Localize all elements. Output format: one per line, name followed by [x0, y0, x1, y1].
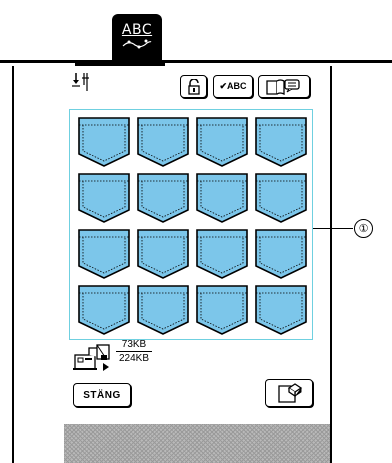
left-frame [12, 66, 14, 463]
pattern-cell[interactable] [254, 172, 310, 226]
pocket-icon [196, 173, 248, 223]
embroidery-tab[interactable]: ABC [112, 14, 162, 60]
top-divider-accent [75, 63, 165, 66]
pattern-cell[interactable] [195, 228, 251, 282]
top-divider [0, 60, 392, 63]
callout-marker: ① [354, 219, 373, 238]
pocket-icon [137, 173, 189, 223]
pattern-cell[interactable] [136, 284, 192, 338]
pocket-icon [78, 285, 130, 335]
pocket-icon [196, 117, 248, 167]
check-abc-button[interactable]: ✔ABC [213, 75, 253, 98]
memory-used: 73KB [116, 339, 152, 352]
pocket-icon [255, 173, 307, 223]
pattern-cell[interactable] [195, 116, 251, 170]
needle-position-icon [72, 73, 89, 91]
pocket-icon [196, 229, 248, 279]
save-to-machine-button[interactable] [265, 379, 313, 407]
inactive-area [64, 424, 330, 463]
pattern-cell[interactable] [254, 284, 310, 338]
pattern-cell[interactable] [77, 172, 133, 226]
pocket-icon [137, 285, 189, 335]
pattern-cell[interactable] [136, 116, 192, 170]
pocket-icon [255, 229, 307, 279]
pattern-cell[interactable] [77, 284, 133, 338]
check-abc-label: ✔ABC [219, 81, 247, 91]
right-frame [330, 66, 332, 463]
close-button[interactable]: STÄNG [73, 383, 131, 407]
pattern-cell[interactable] [254, 228, 310, 282]
pocket-icon [78, 173, 130, 223]
pattern-cell[interactable] [136, 172, 192, 226]
close-button-label: STÄNG [83, 389, 121, 401]
open-book-icon [266, 78, 300, 95]
tab-label: ABC [121, 22, 153, 38]
pattern-grid [69, 109, 313, 340]
pocket-icon [78, 229, 130, 279]
pocket-icon [255, 117, 307, 167]
unlock-icon [187, 78, 200, 95]
pocket-icon [137, 229, 189, 279]
ornament-icon [122, 39, 152, 49]
pocket-icon [196, 285, 248, 335]
callout-line [313, 228, 353, 229]
pocket-icon [137, 117, 189, 167]
open-book-button[interactable] [258, 75, 310, 98]
pocket-icon [255, 285, 307, 335]
pattern-cell[interactable] [195, 172, 251, 226]
machine-memory-icon [73, 344, 110, 371]
pattern-cell[interactable] [77, 228, 133, 282]
pattern-cell[interactable] [136, 228, 192, 282]
unlock-button[interactable] [180, 75, 207, 98]
pattern-cell[interactable] [195, 284, 251, 338]
pattern-cell[interactable] [254, 116, 310, 170]
save-to-machine-icon [278, 383, 303, 403]
pattern-cell[interactable] [77, 116, 133, 170]
memory-total: 224KB [118, 353, 150, 364]
pocket-icon [78, 117, 130, 167]
